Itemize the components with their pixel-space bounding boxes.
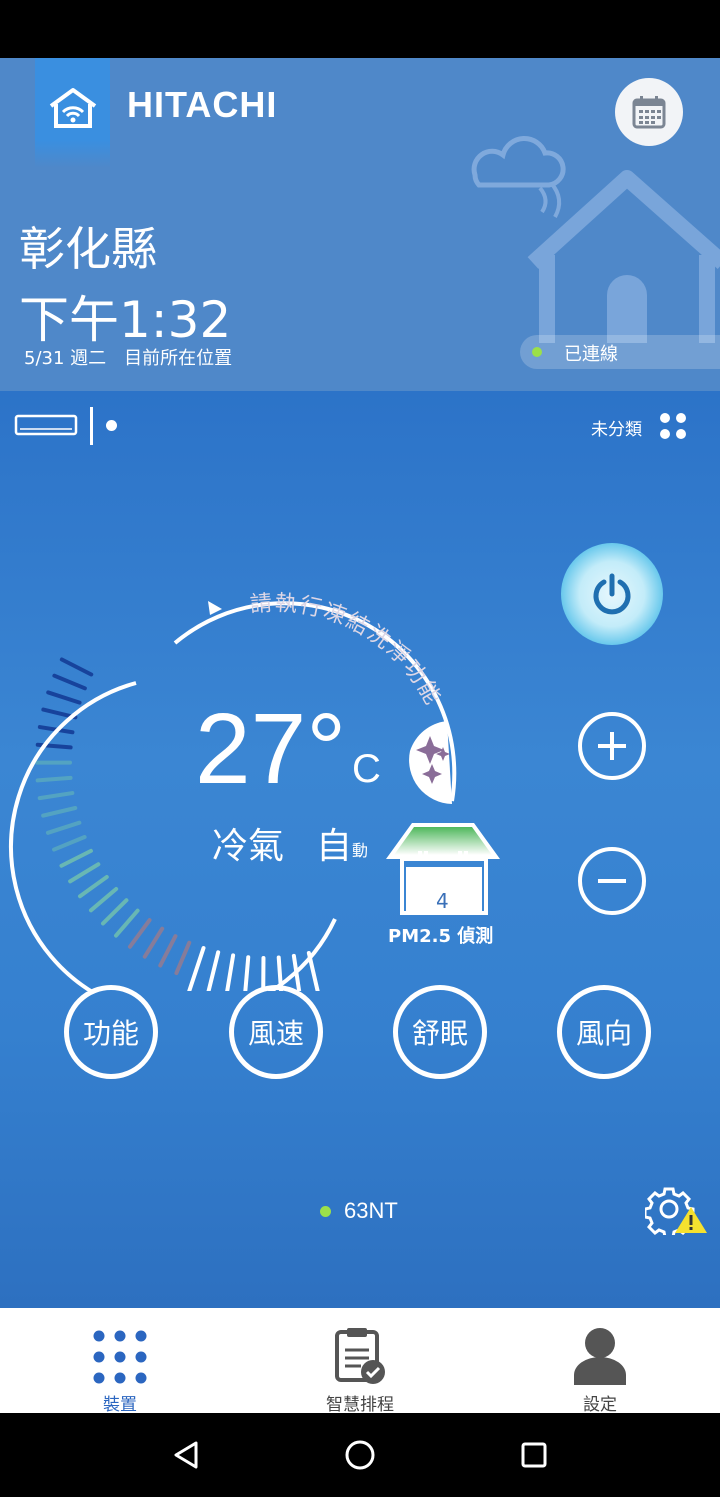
temperature-unit: C	[352, 747, 381, 791]
device-name[interactable]: 63NT	[344, 1198, 398, 1224]
scale-tick	[59, 657, 94, 677]
scale-tick	[206, 950, 221, 991]
grid-dots-icon	[93, 1330, 147, 1384]
scale-tick	[101, 898, 129, 926]
connection-status-dot	[532, 347, 542, 357]
nav-item-settings[interactable]: 設定	[480, 1308, 720, 1415]
scale-tick	[68, 862, 101, 884]
calendar-icon	[632, 96, 666, 129]
location-city: 彰化縣	[19, 222, 157, 276]
device-settings-warning-icon[interactable]	[645, 1185, 709, 1235]
power-icon	[593, 573, 631, 615]
scale-tick	[225, 953, 236, 991]
wifi-home-icon	[49, 88, 97, 128]
pm25-label: PM2.5 偵測	[388, 926, 494, 947]
current-time: 下午1:32	[19, 291, 232, 349]
header: HITACHI 彰化縣 下午1:32 5/31 週二 目前所在位置 已連線	[0, 58, 720, 391]
plus-icon	[598, 732, 626, 760]
fan-speed-button[interactable]: 風速	[229, 985, 323, 1079]
dial-pointer-icon	[208, 601, 222, 615]
fan-mode-suffix: 動	[352, 841, 369, 860]
brand-logo-text: HITACHI	[127, 84, 278, 125]
scale-tick	[174, 940, 192, 976]
bottom-navigation: 裝置 智慧排程 設定	[0, 1308, 720, 1415]
category-label[interactable]: 未分類	[591, 415, 642, 440]
minus-icon	[598, 879, 626, 883]
scale-tick	[158, 934, 178, 968]
system-navigation-bar	[0, 1413, 720, 1497]
pm25-value: 4	[436, 889, 449, 913]
scale-tick	[59, 848, 93, 868]
ac-control-panel: 未分類 請執行凍結洗淨功能 27° C 冷氣 自 動 4 PM2.5 偵測 功能…	[0, 391, 720, 1308]
person-icon	[574, 1328, 626, 1385]
date-location-line: 5/31 週二 目前所在位置	[24, 348, 233, 369]
scale-tick	[243, 955, 251, 991]
function-button[interactable]: 功能	[64, 985, 158, 1079]
operation-mode: 冷氣	[212, 826, 285, 867]
target-temperature: 27°	[195, 693, 347, 805]
logo-badge	[35, 58, 110, 168]
schedule-clipboard-icon	[335, 1328, 385, 1384]
scale-tick	[45, 820, 82, 835]
sleep-button[interactable]: 舒眠	[393, 985, 487, 1079]
temperature-increase-button[interactable]	[578, 712, 646, 780]
connection-status-pill: 已連線	[520, 335, 720, 369]
scale-tick	[127, 918, 152, 949]
back-icon[interactable]	[172, 1440, 200, 1470]
air-direction-button[interactable]: 風向	[557, 985, 651, 1079]
scale-tick	[187, 946, 206, 991]
house-cloud-decoration	[471, 135, 720, 343]
nav-label-settings: 設定	[583, 1395, 617, 1415]
scale-tick	[37, 791, 75, 801]
scale-tick	[142, 926, 165, 959]
status-bar	[0, 0, 720, 58]
calendar-button[interactable]	[615, 78, 683, 146]
power-button[interactable]	[561, 543, 663, 645]
scale-tick	[46, 690, 82, 705]
recents-icon[interactable]	[520, 1441, 548, 1469]
fan-mode: 自	[316, 826, 353, 867]
scale-tick	[88, 886, 119, 913]
device-online-dot	[320, 1206, 331, 1217]
scale-tick	[35, 775, 73, 783]
scale-tick	[77, 874, 109, 899]
scale-tick	[114, 908, 140, 938]
scale-tick	[41, 806, 78, 818]
nav-item-schedule[interactable]: 智慧排程	[240, 1308, 480, 1415]
scale-tick	[52, 673, 87, 691]
scale-tick	[52, 835, 87, 852]
nav-label-schedule: 智慧排程	[326, 1395, 394, 1415]
connection-status-text: 已連線	[564, 344, 618, 365]
nav-label-devices: 裝置	[103, 1395, 137, 1415]
home-icon[interactable]	[344, 1439, 376, 1471]
category-grid-icon[interactable]	[659, 412, 687, 440]
nav-item-devices[interactable]: 裝置	[0, 1308, 240, 1415]
temperature-decrease-button[interactable]	[578, 847, 646, 915]
